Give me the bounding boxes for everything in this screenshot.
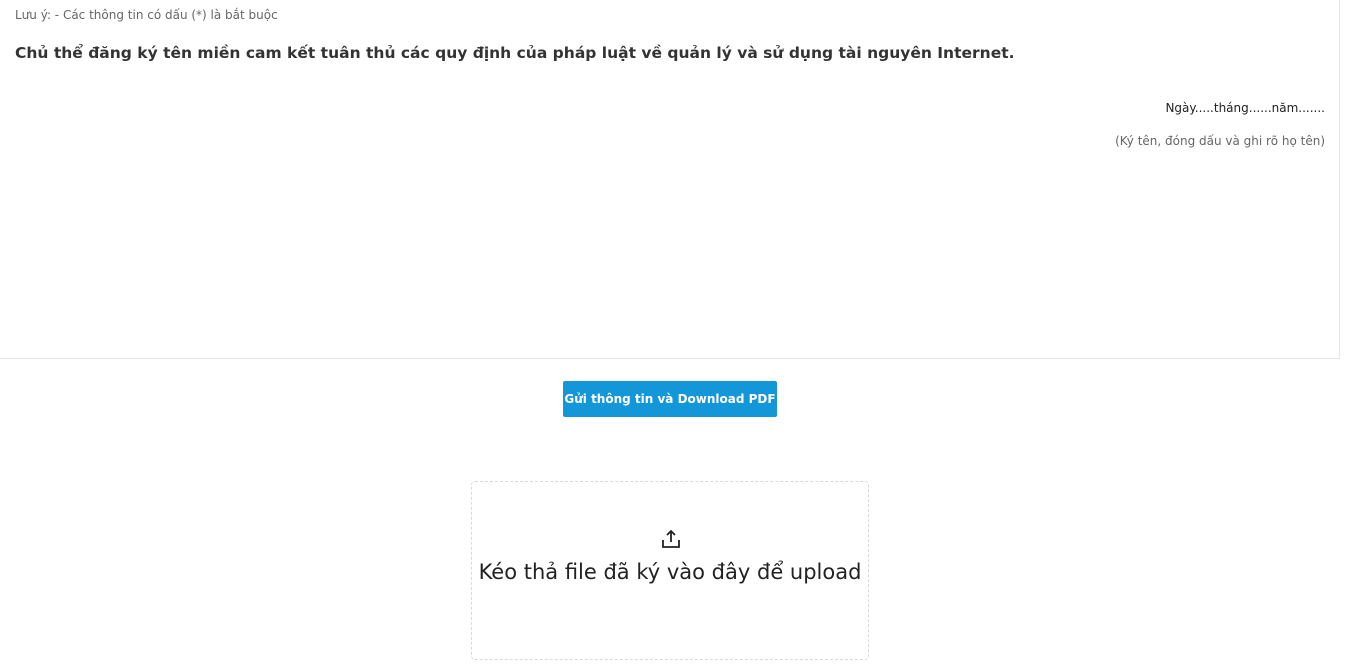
required-fields-note: Lưu ý: - Các thông tin có dấu (*) là bắt…: [15, 8, 278, 22]
signature-hint: (Ký tên, đóng dấu và ghi rõ họ tên): [1115, 134, 1325, 148]
submit-download-pdf-button[interactable]: Gửi thông tin và Download PDF: [563, 381, 777, 417]
commitment-statement: Chủ thể đăng ký tên miền cam kết tuân th…: [15, 44, 1015, 62]
upload-dropzone-label: Kéo thả file đã ký vào đây để upload: [478, 560, 862, 584]
upload-dropzone[interactable]: Kéo thả file đã ký vào đây để upload: [471, 481, 869, 660]
upload-icon: [661, 529, 681, 549]
date-line: Ngày.....tháng......năm.......: [1165, 101, 1325, 115]
registration-form-panel: Lưu ý: - Các thông tin có dấu (*) là bắt…: [0, 0, 1340, 359]
